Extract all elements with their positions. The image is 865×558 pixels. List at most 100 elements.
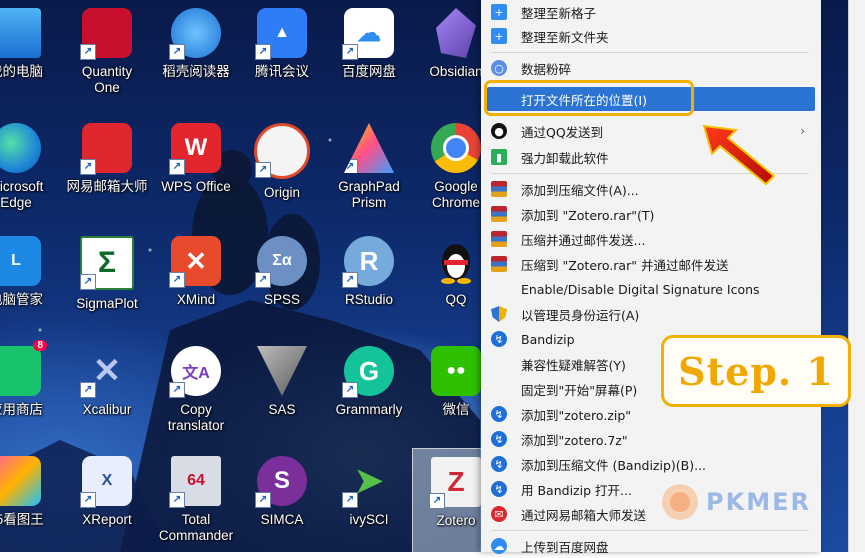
desktop-icon-quantity-one[interactable]: ↗ Quantity One <box>63 0 151 110</box>
edge-icon <box>0 123 41 173</box>
desktop-icon-total-commander[interactable]: 64 ↗ Total Commander <box>152 448 240 552</box>
icon-label: MicrosoftEdge <box>0 179 44 210</box>
menu-item-label: 添加到"zotero.zip" <box>521 407 632 423</box>
desktop-icon-tencent-meeting[interactable]: ▲ ↗ 腾讯会议 <box>238 0 326 110</box>
desktop-icon-spss[interactable]: Σα ↗ SPSS <box>238 228 326 338</box>
step-label: Step. 1 <box>661 335 851 407</box>
menu-item-add-to-zotero-rar[interactable]: 添加到 "Zotero.rar"(T) <box>487 202 815 226</box>
menu-item-label: 压缩并通过邮件发送... <box>521 232 646 248</box>
desktop-icon-image-viewer[interactable]: 45看图王 <box>0 448 60 552</box>
chrome-center <box>443 135 469 161</box>
desktop-icon-graphpad-prism[interactable]: ↗ GraphPad Prism <box>325 115 413 225</box>
plus-icon: + <box>491 28 507 44</box>
desktop-icon-sigmaplot[interactable]: Σ ↗ SigmaPlot <box>63 228 151 338</box>
icon-label: 电脑管家 <box>0 292 43 307</box>
desktop-icon-baidu-netdisk[interactable]: ☁ ↗ 百度网盘 <box>325 0 413 110</box>
desktop-icon-rstudio[interactable]: R ↗ RStudio <box>325 228 413 338</box>
menu-item-digital-signature-icons[interactable]: Enable/Disable Digital Signature Icons <box>487 277 815 301</box>
menu-item-label: 上传到百度网盘 <box>521 539 609 555</box>
desktop-icon-grammarly[interactable]: G ↗ Grammarly <box>325 338 413 448</box>
zotero-icon: Z ↗ <box>429 457 481 509</box>
desktop-icon-copy-translator[interactable]: 文A ↗ Copy translator <box>152 338 240 448</box>
wechat-icon: ●● <box>431 346 481 396</box>
menu-item-label: 固定到"开始"屏幕(P) <box>521 382 638 398</box>
right-edge-strip <box>848 0 865 552</box>
menu-item-label: 兼容性疑难解答(Y) <box>521 357 626 373</box>
quantity-one-icon: ↗ <box>80 8 132 60</box>
grammarly-icon: G ↗ <box>342 346 394 398</box>
desktop-icon-ivysci[interactable]: ➤ ↗ ivySCI <box>325 448 413 552</box>
shortcut-arrow-icon: ↗ <box>344 159 358 173</box>
desktop-icon-origin[interactable]: ↗ Origin <box>238 115 326 225</box>
desktop-icon-xcalibur[interactable]: ✕ ↗ Xcalibur <box>63 338 151 448</box>
menu-item-label: 通过QQ发送到 <box>521 124 604 140</box>
menu-item-add-to-zotero-7z[interactable]: ↯ 添加到"zotero.7z" <box>487 427 815 451</box>
menu-item-label: Bandizip <box>521 331 575 347</box>
menu-item-compress-email[interactable]: 压缩并通过邮件发送... <box>487 227 815 251</box>
icon-label: 应用商店 <box>0 402 43 417</box>
shortcut-arrow-icon: ↗ <box>342 492 358 508</box>
pc-manager-icon: L <box>0 236 41 286</box>
menu-item-label: 添加到压缩文件 (Bandizip)(B)... <box>521 457 707 473</box>
shortcut-arrow-icon: ↗ <box>257 382 271 396</box>
winrar-icon <box>491 231 507 247</box>
icon-label: Total Commander <box>158 512 234 543</box>
shortcut-arrow-icon: ↗ <box>80 44 96 60</box>
ivysci-icon: ➤ ↗ <box>342 456 394 508</box>
menu-item-label: 强力卸载此软件 <box>521 150 609 166</box>
pkmer-logo-icon <box>662 484 698 520</box>
menu-item-run-as-admin[interactable]: 以管理员身份运行(A) <box>487 302 815 326</box>
winrar-icon <box>491 206 507 222</box>
menu-item-label: 添加到"zotero.7z" <box>521 432 628 448</box>
icon-label: GraphPad Prism <box>338 179 400 210</box>
menu-separator <box>491 530 809 531</box>
sas-icon: ↗ <box>257 346 307 396</box>
icon-label: WPS Office <box>161 179 231 194</box>
qq-icon: ● <box>491 123 507 139</box>
icon-label: 网易邮箱大师 <box>66 179 148 194</box>
desktop-icon-wps[interactable]: W ↗ WPS Office <box>152 115 240 225</box>
menu-item-shred[interactable]: ○ 数据粉碎 <box>487 56 815 80</box>
menu-item-label: 整理至新格子 <box>521 5 597 21</box>
desktop-icon-xreport[interactable]: X ↗ XReport <box>63 448 151 552</box>
highlight-box <box>484 80 694 116</box>
baidu-netdisk-icon: ☁ ↗ <box>342 8 394 60</box>
shortcut-arrow-icon: ↗ <box>80 492 96 508</box>
bandizip-icon: ↯ <box>491 456 507 472</box>
simca-icon: S ↗ <box>255 456 307 508</box>
icon-label: 45看图王 <box>0 512 44 527</box>
icon-label: SAS <box>268 402 296 417</box>
image-viewer-icon <box>0 456 41 506</box>
desktop-icon-edge[interactable]: MicrosoftEdge <box>0 115 60 225</box>
total-commander-icon: 64 ↗ <box>169 456 221 508</box>
shortcut-arrow-icon: ↗ <box>169 272 185 288</box>
desktop-icon-sas[interactable]: ↗ SAS <box>238 338 326 448</box>
menu-item-compress-zotero-rar-email[interactable]: 压缩到 "Zotero.rar" 并通过邮件发送 <box>487 252 815 276</box>
red-arrow-icon <box>702 124 776 186</box>
menu-item-label: 用 Bandizip 打开... <box>521 482 632 498</box>
desktop-icon-xmind[interactable]: ✕ ↗ XMind <box>152 228 240 338</box>
menu-item-add-to-archive-bandizip[interactable]: ↯ 添加到压缩文件 (Bandizip)(B)... <box>487 452 815 476</box>
icon-label: 百度网盘 <box>342 64 396 79</box>
menu-item-label: Enable/Disable Digital Signature Icons <box>521 281 760 297</box>
menu-item-upload-baidu-netdisk[interactable]: ☁ 上传到百度网盘 <box>487 534 815 558</box>
desktop-icon-docer-reader[interactable]: ↗ 稻壳阅读器 <box>152 0 240 110</box>
rstudio-icon: R ↗ <box>342 236 394 288</box>
winrar-icon <box>491 256 507 272</box>
desktop-icon-my-computer[interactable]: 我的电脑 <box>0 0 60 110</box>
origin-icon: ↗ <box>254 123 310 179</box>
desktop-icon-simca[interactable]: S ↗ SIMCA <box>238 448 326 552</box>
shortcut-arrow-icon: ↗ <box>80 274 96 290</box>
desktop-icon-pc-manager[interactable]: L 电脑管家 <box>0 228 60 338</box>
desktop-icon-netease-mail[interactable]: ↗ 网易邮箱大师 <box>63 115 151 225</box>
icon-label: Quantity One <box>81 64 133 95</box>
desktop-icon-app-store[interactable]: 8 应用商店 <box>0 338 60 448</box>
menu-item-label: 添加到 "Zotero.rar"(T) <box>521 207 655 223</box>
icon-label: XReport <box>82 512 132 527</box>
icon-label: 我的电脑 <box>0 64 43 79</box>
menu-item-organize-grid[interactable]: + 整理至新格子 <box>487 0 815 24</box>
menu-item-organize-folder[interactable]: + 整理至新文件夹 <box>487 24 815 48</box>
notification-badge: 8 <box>33 340 47 351</box>
icon-label: RStudio <box>344 292 394 307</box>
pkmer-watermark: PKMER <box>660 482 811 522</box>
